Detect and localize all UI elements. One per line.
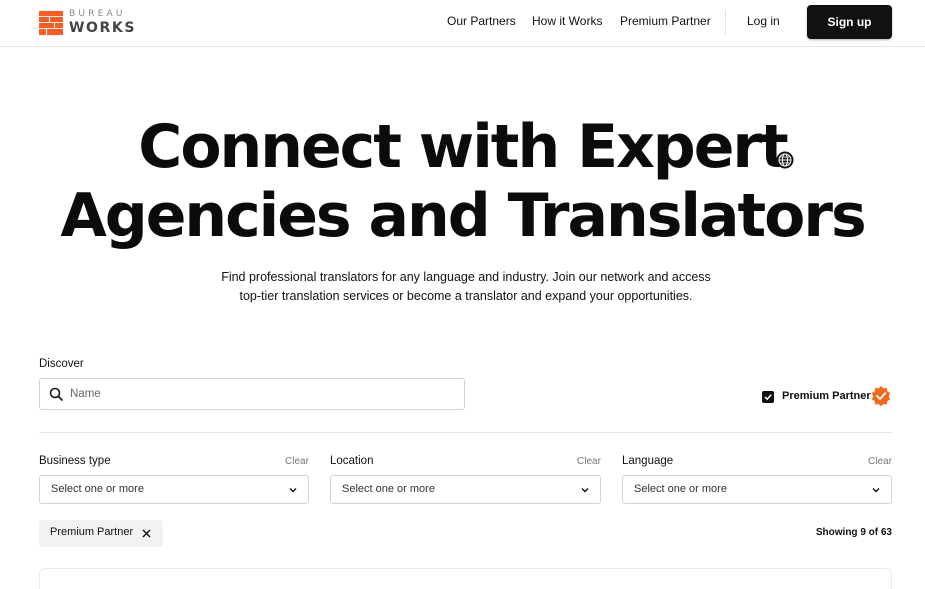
result-card[interactable] [39,568,892,589]
language-select[interactable]: Select one or more [622,475,892,504]
section-divider [39,432,892,433]
premium-partner-checkbox[interactable] [762,391,774,403]
chevron-down-icon [872,488,880,493]
location-placeholder: Select one or more [342,483,435,495]
hero-title-line-2: Agencies and Translators [60,181,866,251]
hero-subtitle-line-2: top-tier translation services or become … [239,289,693,303]
nav-link-our-partners[interactable]: Our Partners [447,14,516,28]
search-field[interactable] [39,378,465,410]
globe-icon [776,151,794,169]
nav-link-premium-partner[interactable]: Premium Partner [620,14,711,28]
checkmark-icon [764,394,772,401]
active-filter-chip: Premium Partner [39,520,163,547]
top-header: BUREAU WORKS Our Partners How it Works P… [0,0,925,47]
bureau-works-logo[interactable]: BUREAU WORKS [39,10,136,35]
close-icon[interactable] [141,528,152,539]
premium-badge-icon [871,386,891,407]
search-icon [49,387,63,401]
nav-link-how-it-works[interactable]: How it Works [532,14,602,28]
location-label: Location [330,455,374,467]
business-type-placeholder: Select one or more [51,483,144,495]
search-input[interactable] [70,380,450,408]
language-placeholder: Select one or more [634,483,727,495]
location-select[interactable]: Select one or more [330,475,601,504]
hero-subtitle-line-1: Find professional translators for any la… [221,270,711,284]
chevron-down-icon [289,488,297,493]
business-type-clear[interactable]: Clear [285,456,309,467]
business-type-label: Business type [39,455,111,467]
active-filter-chip-label: Premium Partner [50,526,134,538]
results-count: Showing 9 of 63 [815,527,892,538]
nav-divider [725,10,726,35]
business-type-select[interactable]: Select one or more [39,475,309,504]
login-link[interactable]: Log in [747,14,780,28]
chevron-down-icon [581,488,589,493]
logo-text-bottom: WORKS [69,20,137,36]
signup-button[interactable]: Sign up [807,5,892,39]
logo-text-top: BUREAU [69,9,126,19]
location-clear[interactable]: Clear [577,456,601,467]
discover-label: Discover [39,358,84,370]
language-clear[interactable]: Clear [868,456,892,467]
logo-mark-icon [39,10,63,35]
premium-partner-checkbox-label[interactable]: Premium Partner [782,390,871,402]
language-label: Language [622,455,674,467]
